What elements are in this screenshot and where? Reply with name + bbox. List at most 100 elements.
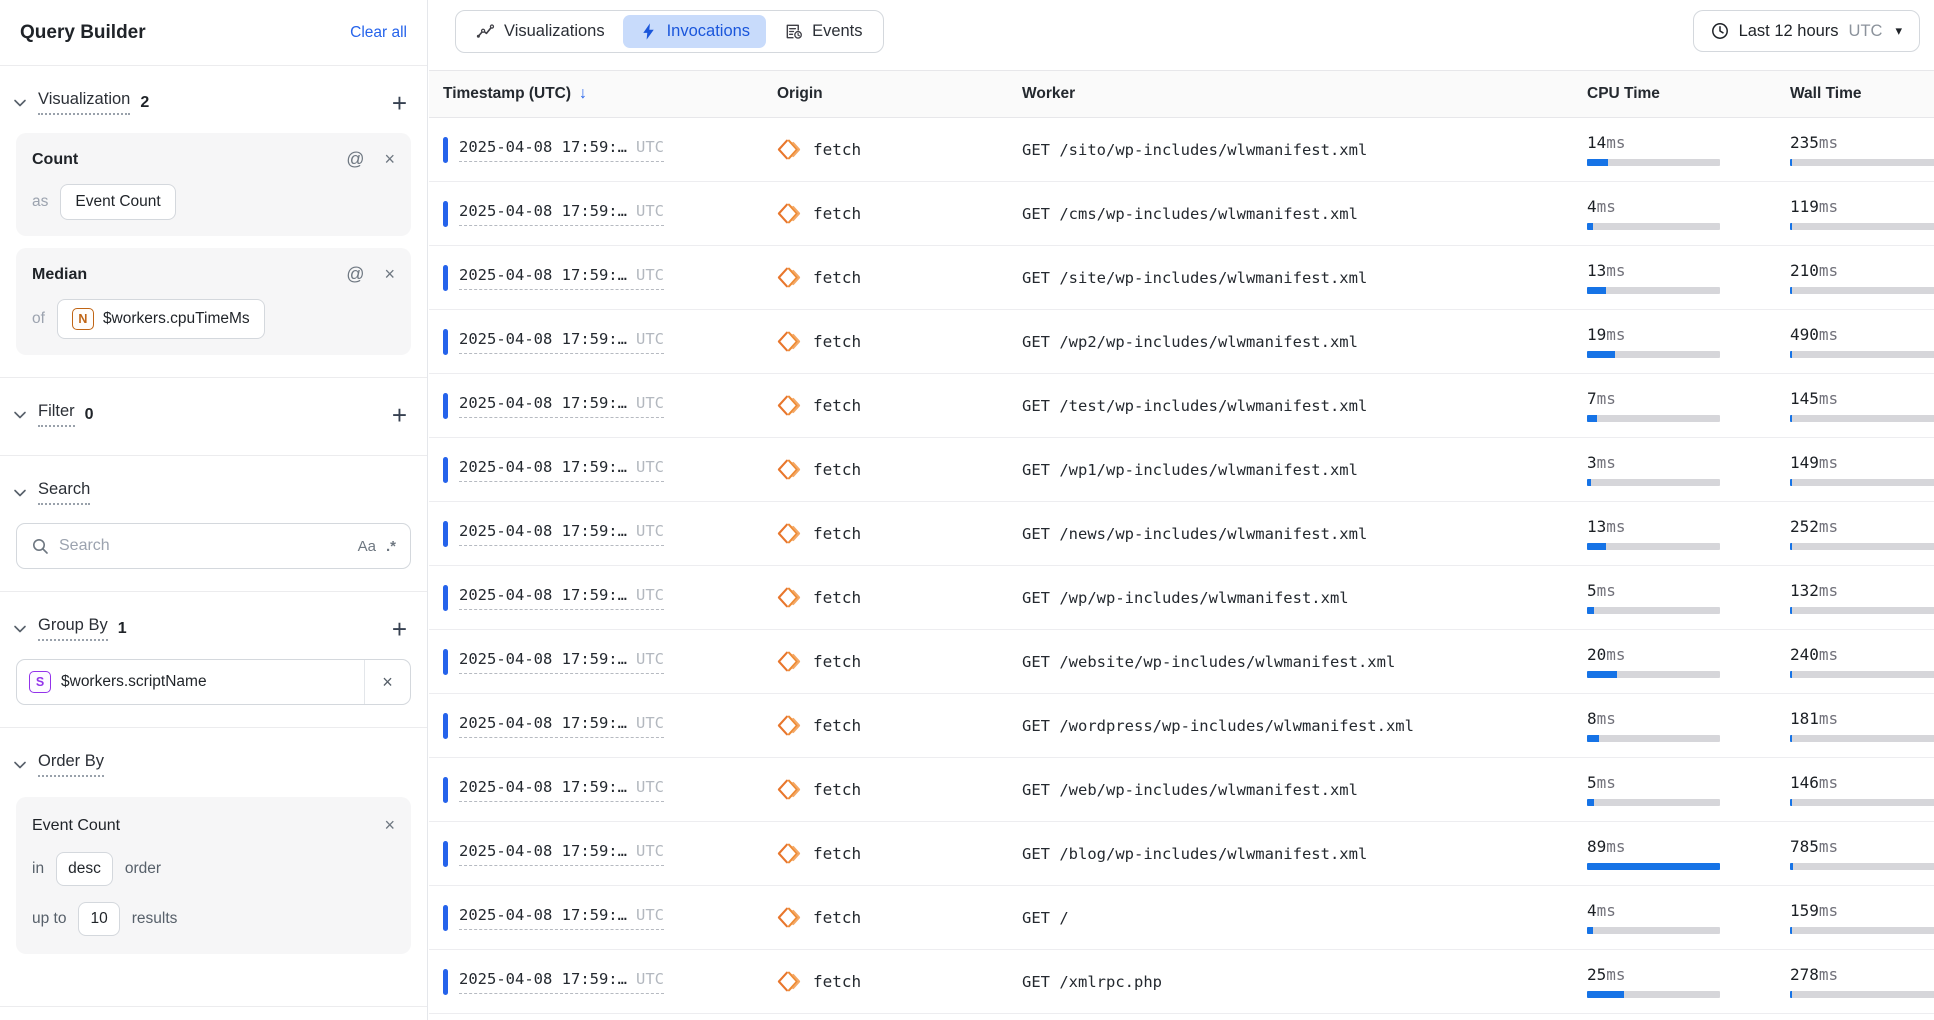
worker-request: GET /website/wp-includes/wlwmanifest.xml xyxy=(1022,653,1587,671)
wall-time-bar xyxy=(1790,607,1934,614)
invocation-row[interactable]: 2025-04-08 17:59:… UTC fetch GET /wordpr… xyxy=(429,694,1934,758)
wall-time-bar xyxy=(1790,159,1934,166)
group-by-field[interactable]: S $workers.scriptName × xyxy=(16,659,411,705)
invocation-row[interactable]: 2025-04-08 17:59:… UTC fetch GET /site/w… xyxy=(429,246,1934,310)
time-range-select[interactable]: Last 12 hours UTC ▾ xyxy=(1693,10,1920,52)
invocation-row[interactable]: 2025-04-08 17:59:… UTC fetch GET /web/wp… xyxy=(429,758,1934,822)
invocation-row[interactable]: 2025-04-08 17:59:… UTC fetch GET /wp2/wp… xyxy=(429,310,1934,374)
section-search-label[interactable]: Search xyxy=(38,480,90,505)
invocation-row[interactable]: 2025-04-08 17:59:… UTC fetch GET /sito/w… xyxy=(429,118,1934,182)
as-label: as xyxy=(32,193,48,211)
sidebar-header: Query Builder Clear all xyxy=(0,0,427,66)
timezone-label: UTC xyxy=(1849,22,1883,41)
remove-order-by-button[interactable]: × xyxy=(384,815,395,836)
section-visualization-label[interactable]: Visualization xyxy=(38,90,130,115)
invocation-row[interactable]: 2025-04-08 17:59:… UTC fetch GET /test/w… xyxy=(429,374,1934,438)
chevron-down-icon[interactable] xyxy=(12,95,28,111)
column-header-worker[interactable]: Worker xyxy=(1022,85,1587,103)
regex-icon[interactable]: .* xyxy=(386,538,396,555)
mention-icon[interactable]: @ xyxy=(346,264,364,285)
visualization-card-median: Median @ × of N $workers.cpuTimeMs xyxy=(16,248,411,355)
order-direction-select[interactable]: desc xyxy=(56,852,113,886)
results-label: results xyxy=(132,910,178,928)
timestamp-link[interactable]: 2025-04-08 17:59:… UTC xyxy=(459,586,664,610)
match-case-icon[interactable]: Aa xyxy=(358,538,376,555)
mention-icon[interactable]: @ xyxy=(346,149,364,170)
timestamp-link[interactable]: 2025-04-08 17:59:… UTC xyxy=(459,906,664,930)
row-status-indicator xyxy=(443,457,448,483)
wall-time-bar-fill xyxy=(1790,159,1792,166)
cpu-time-value: 4 xyxy=(1587,901,1597,920)
tab-events[interactable]: Events xyxy=(768,15,878,48)
timestamp-link[interactable]: 2025-04-08 17:59:… UTC xyxy=(459,138,664,162)
chevron-down-icon[interactable] xyxy=(12,757,28,773)
timestamp-link[interactable]: 2025-04-08 17:59:… UTC xyxy=(459,202,664,226)
timestamp-link[interactable]: 2025-04-08 17:59:… UTC xyxy=(459,842,664,866)
timestamp-link[interactable]: 2025-04-08 17:59:… UTC xyxy=(459,330,664,354)
add-group-by-button[interactable]: + xyxy=(392,619,407,639)
chevron-down-icon[interactable] xyxy=(12,407,28,423)
cpu-time-value: 7 xyxy=(1587,389,1597,408)
worker-request: GET /wp1/wp-includes/wlwmanifest.xml xyxy=(1022,461,1587,479)
add-filter-button[interactable]: + xyxy=(392,405,407,425)
cpu-time-bar-fill xyxy=(1587,607,1594,614)
timestamp-link[interactable]: 2025-04-08 17:59:… UTC xyxy=(459,394,664,418)
timestamp-link[interactable]: 2025-04-08 17:59:… UTC xyxy=(459,650,664,674)
timestamp-value: 2025-04-08 17:59:… xyxy=(459,714,627,732)
worker-request: GET /cms/wp-includes/wlwmanifest.xml xyxy=(1022,205,1587,223)
wall-time-bar-fill xyxy=(1790,735,1792,742)
query-builder-sidebar: Query Builder Clear all Visualization 2 … xyxy=(0,0,428,1020)
section-visualization-header: Visualization 2 + xyxy=(0,66,427,121)
wall-time-bar-fill xyxy=(1790,799,1792,806)
timestamp-link[interactable]: 2025-04-08 17:59:… UTC xyxy=(459,458,664,482)
column-header-wall-time[interactable]: Wall Time xyxy=(1790,85,1934,103)
column-header-origin[interactable]: Origin xyxy=(777,85,1022,103)
cpu-time-unit: ms xyxy=(1606,261,1625,280)
invocation-row[interactable]: 2025-04-08 17:59:… UTC fetch GET /wp/wp-… xyxy=(429,566,1934,630)
timestamp-link[interactable]: 2025-04-08 17:59:… UTC xyxy=(459,778,664,802)
search-input[interactable] xyxy=(59,537,348,555)
clear-all-button[interactable]: Clear all xyxy=(350,24,407,42)
cpu-time-bar xyxy=(1587,543,1720,550)
invocation-row[interactable]: 2025-04-08 17:59:… UTC fetch GET / 4ms 1… xyxy=(429,886,1934,950)
invocation-row[interactable]: 2025-04-08 17:59:… UTC fetch GET /news/w… xyxy=(429,502,1934,566)
timestamp-link[interactable]: 2025-04-08 17:59:… UTC xyxy=(459,266,664,290)
section-group-by-label[interactable]: Group By xyxy=(38,616,108,641)
cpu-time-bar xyxy=(1587,927,1720,934)
close-icon[interactable]: × xyxy=(384,264,395,285)
section-order-by-label[interactable]: Order By xyxy=(38,752,104,777)
wall-time-unit: ms xyxy=(1819,197,1838,216)
timestamp-timezone: UTC xyxy=(636,458,664,476)
invocation-row[interactable]: 2025-04-08 17:59:… UTC fetch GET /xmlrpc… xyxy=(429,950,1934,1014)
invocation-row[interactable]: 2025-04-08 17:59:… UTC fetch GET /websit… xyxy=(429,630,1934,694)
remove-group-by-button[interactable]: × xyxy=(364,660,410,704)
cpu-time-unit: ms xyxy=(1597,581,1616,600)
fetch-origin-icon xyxy=(777,969,802,994)
chevron-down-icon[interactable] xyxy=(12,621,28,637)
cpu-time-unit: ms xyxy=(1597,453,1616,472)
column-header-cpu-time[interactable]: CPU Time xyxy=(1587,85,1790,103)
cpu-time-unit: ms xyxy=(1597,773,1616,792)
invocation-row[interactable]: 2025-04-08 17:59:… UTC fetch GET /blog/w… xyxy=(429,822,1934,886)
result-limit-input[interactable]: 10 xyxy=(78,902,119,936)
section-filter-label[interactable]: Filter xyxy=(38,402,75,427)
wall-time-bar-fill xyxy=(1790,991,1792,998)
wall-time-unit: ms xyxy=(1819,965,1838,984)
add-visualization-button[interactable]: + xyxy=(392,93,407,113)
timestamp-link[interactable]: 2025-04-08 17:59:… UTC xyxy=(459,522,664,546)
tab-visualizations[interactable]: Visualizations xyxy=(460,15,621,48)
chevron-down-icon[interactable] xyxy=(12,485,28,501)
field-chip[interactable]: N $workers.cpuTimeMs xyxy=(57,299,265,339)
tab-invocations[interactable]: Invocations xyxy=(623,15,766,48)
line-chart-icon xyxy=(476,22,495,41)
invocation-row[interactable]: 2025-04-08 17:59:… UTC fetch GET /wp1/wp… xyxy=(429,438,1934,502)
caret-down-icon: ▾ xyxy=(1895,23,1902,39)
timestamp-link[interactable]: 2025-04-08 17:59:… UTC xyxy=(459,714,664,738)
invocation-row[interactable]: 2025-04-08 17:59:… UTC fetch GET /cms/wp… xyxy=(429,182,1934,246)
timestamp-link[interactable]: 2025-04-08 17:59:… UTC xyxy=(459,970,664,994)
cpu-time-bar xyxy=(1587,159,1720,166)
column-header-timestamp[interactable]: Timestamp (UTC) ↓ xyxy=(443,85,777,103)
close-icon[interactable]: × xyxy=(384,149,395,170)
alias-chip[interactable]: Event Count xyxy=(60,184,175,220)
cpu-time-bar xyxy=(1587,863,1720,870)
